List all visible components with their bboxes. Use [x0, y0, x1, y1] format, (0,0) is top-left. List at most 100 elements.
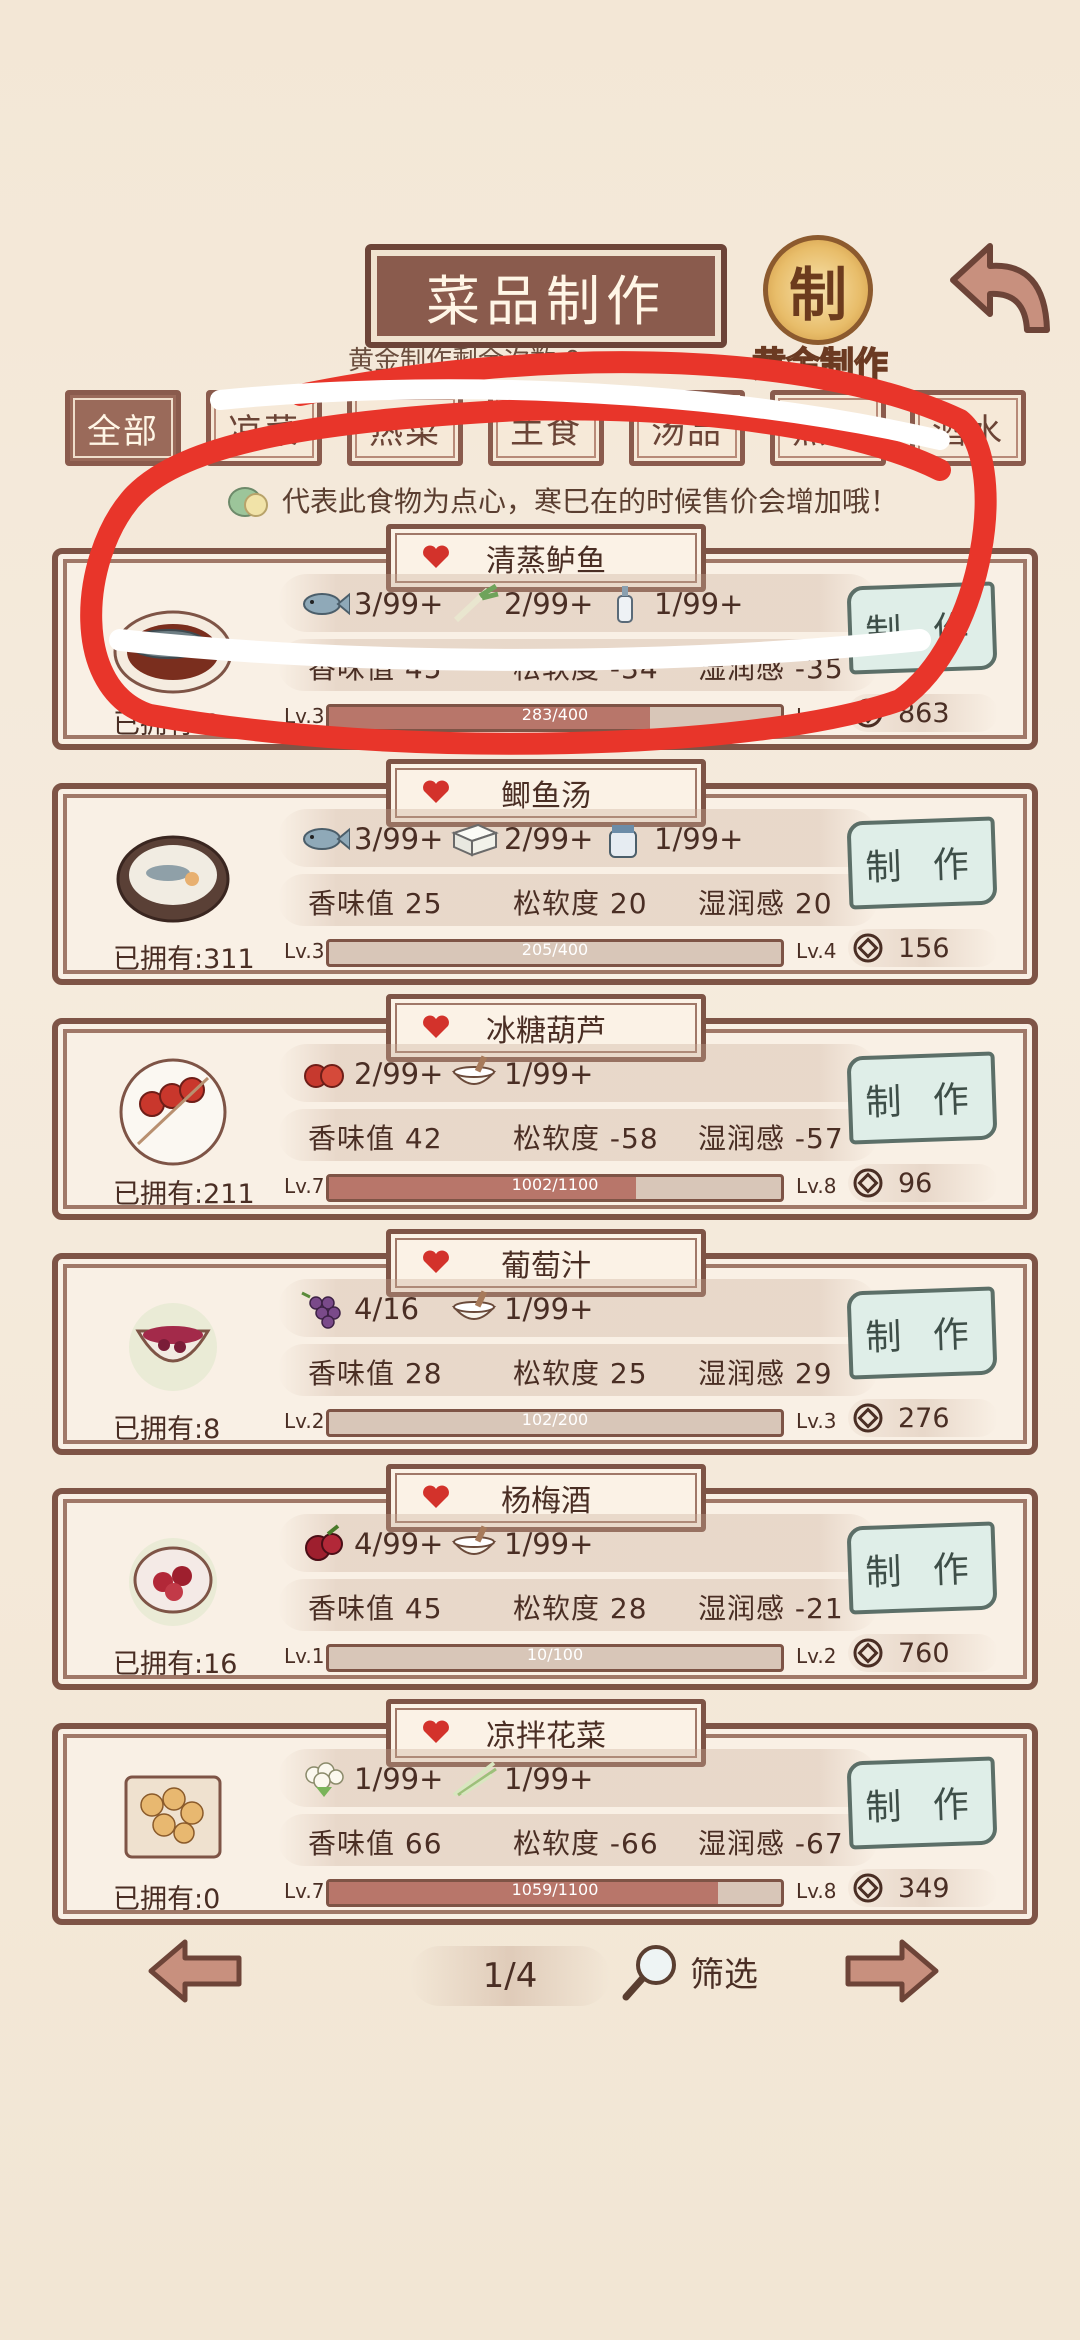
- green-onion-icon: [448, 1759, 500, 1799]
- gold-make-remaining-note: 黄金制作剩余次数 0: [348, 346, 581, 376]
- sell-price: 863: [848, 694, 998, 732]
- level-progress-bar: 1059/1100: [326, 1879, 784, 1907]
- filter-label: 筛选: [690, 1954, 758, 1995]
- favorite-heart-icon[interactable]: [421, 544, 451, 570]
- favorite-toggle[interactable]: [421, 778, 451, 804]
- sell-price: 760: [848, 1634, 998, 1672]
- cauliflower-icon: [298, 1759, 350, 1799]
- ingredient: 1/99+: [448, 1287, 593, 1331]
- arrow-right-icon: [845, 1939, 939, 2003]
- scallion-icon: [448, 583, 500, 624]
- sell-price: 96: [848, 1164, 998, 1202]
- sell-price: 276: [848, 1399, 998, 1437]
- ingredient-amount: 1/99+: [504, 1292, 594, 1326]
- moisture-stat: 湿润感 -57: [698, 1122, 844, 1155]
- current-level: Lv.3: [284, 939, 325, 963]
- make-button[interactable]: 制 作: [846, 816, 998, 910]
- softness-stat: 松软度 -66: [513, 1827, 659, 1860]
- gold-make-button[interactable]: 制 黄金制作: [735, 235, 905, 386]
- page-title-board: 菜品制作: [365, 244, 727, 348]
- stat-row: 香味值 42 松软度 -58 湿润感 -57: [278, 1109, 878, 1161]
- tab-cold-dishes[interactable]: 凉菜: [206, 390, 322, 466]
- recipe-card: 鲫鱼汤 3/99+ 2/99+ 1/99+ 香味值 25 松软度 20 湿润感 20 已拥有:…: [52, 759, 1038, 985]
- level-progress-bar: 205/400: [326, 939, 784, 967]
- ingredient-amount: 2/99+: [354, 1057, 444, 1091]
- milk-jar-icon: [598, 819, 650, 859]
- favorite-heart-icon[interactable]: [421, 779, 451, 805]
- tab-staple-food[interactable]: 主食: [488, 390, 604, 466]
- page-title: 菜品制作: [426, 269, 666, 333]
- stat-row: 香味值 45 松软度 28 湿润感 -21: [278, 1579, 878, 1631]
- favorite-toggle[interactable]: [421, 543, 451, 569]
- tab-hot-dishes[interactable]: 热菜: [347, 390, 463, 466]
- softness-stat: 松软度 -58: [513, 1122, 659, 1155]
- favorite-heart-icon[interactable]: [421, 1249, 451, 1275]
- favorite-toggle[interactable]: [421, 1248, 451, 1274]
- stat-row: 香味值 28 松软度 25 湿润感 29: [278, 1344, 878, 1396]
- ingredient-amount: 2/99+: [504, 822, 594, 856]
- sugar-bowl-icon: [448, 1054, 500, 1094]
- next-level: Lv.4: [796, 939, 837, 963]
- ingredient-amount: 1/99+: [654, 587, 744, 621]
- wine-bottle-icon: [598, 584, 650, 624]
- softness-stat: 松软度 25: [513, 1357, 648, 1390]
- magnifier-icon: [622, 1945, 676, 2001]
- ingredient-row: 2/99+ 1/99+: [278, 1044, 878, 1102]
- ingredient-row: 3/99+ 2/99+ 1/99+: [278, 574, 878, 632]
- favorite-toggle[interactable]: [421, 1718, 451, 1744]
- favorite-heart-icon[interactable]: [421, 1484, 451, 1510]
- arrow-left-icon: [148, 1939, 242, 2003]
- filter-button[interactable]: 筛选: [620, 1936, 758, 2006]
- level-progress-text: 283/400: [521, 705, 589, 724]
- dish-image: [108, 1522, 238, 1642]
- make-button[interactable]: 制 作: [846, 1521, 998, 1615]
- tab-drinks[interactable]: 酒水: [910, 390, 1026, 466]
- moisture-stat: 湿润感 20: [698, 887, 833, 920]
- current-level: Lv.1: [284, 1644, 325, 1668]
- moisture-stat: 湿润感 -35: [698, 652, 844, 685]
- next-level: Lv.8: [796, 1174, 837, 1198]
- current-level: Lv.3: [284, 704, 325, 728]
- dessert-marker-icon: [228, 485, 268, 517]
- make-button[interactable]: 制 作: [846, 1051, 998, 1145]
- tab-dessert[interactable]: 点心: [770, 390, 886, 466]
- ingredient-row: 4/16 1/99+: [278, 1279, 878, 1337]
- tab-soup[interactable]: 汤品: [629, 390, 745, 466]
- coin-icon: [852, 1637, 884, 1669]
- ingredient-amount: 4/16: [354, 1292, 420, 1326]
- favorite-toggle[interactable]: [421, 1483, 451, 1509]
- stat-row: 香味值 25 松软度 20 湿润感 20: [278, 874, 878, 926]
- make-button[interactable]: 制 作: [846, 1286, 998, 1380]
- owned-count: 已拥有:311: [113, 944, 255, 975]
- next-level: Lv.4: [796, 704, 837, 728]
- make-button[interactable]: 制 作: [846, 581, 998, 675]
- prev-page-button[interactable]: [145, 1938, 245, 2004]
- coin-icon: [852, 932, 884, 964]
- softness-stat: 松软度 20: [513, 887, 648, 920]
- price-value: 156: [898, 932, 950, 964]
- sugar-bowl-icon: [448, 1524, 500, 1564]
- favorite-toggle[interactable]: [421, 1013, 451, 1039]
- coin-icon: [852, 697, 884, 729]
- level-progress-bar: 10/100: [326, 1644, 784, 1672]
- owned-count: 已拥有:16: [113, 1649, 238, 1680]
- level-progress-text: 102/200: [521, 1410, 589, 1429]
- ingredient: 1/99+: [448, 1052, 593, 1096]
- make-button[interactable]: 制 作: [846, 1756, 998, 1850]
- next-page-button[interactable]: [842, 1938, 942, 2004]
- back-button[interactable]: [945, 240, 1055, 340]
- aroma-stat: 香味值 45: [308, 652, 443, 685]
- ingredient: 1/99+: [298, 1757, 443, 1801]
- recipe-card: 葡萄汁 4/16 1/99+ 香味值 28 松软度 25 湿润感 29 已拥有:8 Lv.2 1…: [52, 1229, 1038, 1455]
- coin-icon: [852, 1872, 884, 1904]
- favorite-heart-icon[interactable]: [421, 1719, 451, 1745]
- favorite-heart-icon[interactable]: [421, 1014, 451, 1040]
- aroma-stat: 香味值 28: [308, 1357, 443, 1390]
- level-progress-text: 1059/1100: [511, 1880, 599, 1899]
- price-value: 760: [898, 1637, 950, 1669]
- fish-icon: [298, 584, 351, 624]
- dish-image: [108, 1052, 238, 1172]
- tab-all[interactable]: 全部: [65, 390, 181, 466]
- softness-stat: 松软度 -34: [513, 652, 659, 685]
- recipe-card: 凉拌花菜 1/99+ 1/99+ 香味值 66 松软度 -66 湿润感 -67 已拥有:0 L…: [52, 1699, 1038, 1925]
